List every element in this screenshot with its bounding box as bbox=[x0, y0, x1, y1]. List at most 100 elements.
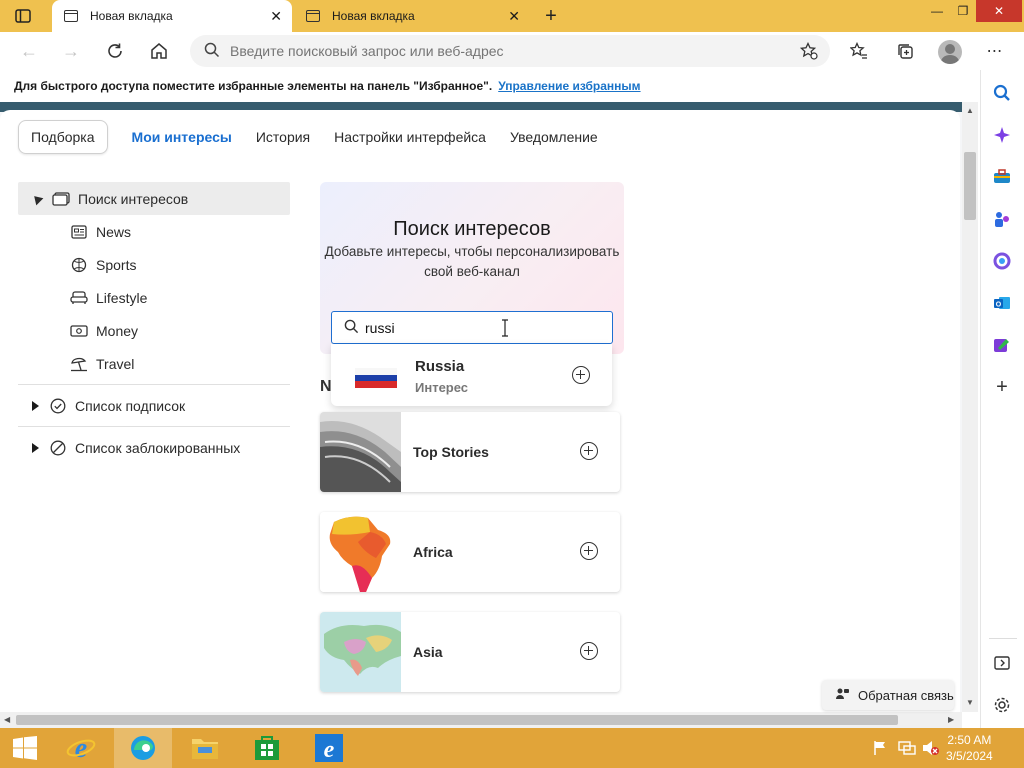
svg-text:O: O bbox=[996, 302, 1002, 309]
more-icon[interactable]: ⋯ bbox=[980, 37, 1010, 65]
tree-item-news[interactable]: News bbox=[18, 215, 290, 248]
tab-history[interactable]: История bbox=[256, 120, 310, 154]
tree-discover-interests[interactable]: Поиск интересов bbox=[18, 182, 290, 215]
tab-new-1[interactable]: Новая вкладка ✕ bbox=[52, 0, 292, 32]
outlook-icon[interactable]: O bbox=[991, 292, 1013, 314]
settings-gear-icon[interactable] bbox=[991, 694, 1013, 716]
close-window-button[interactable]: ✕ bbox=[976, 0, 1022, 22]
volume-muted-icon[interactable] bbox=[922, 740, 940, 759]
scroll-thumb[interactable] bbox=[964, 152, 976, 220]
suggestion-subtitle: Интерес bbox=[415, 380, 469, 395]
add-interest-icon[interactable] bbox=[580, 442, 598, 460]
new-tab-button[interactable]: + bbox=[536, 4, 566, 28]
add-interest-icon[interactable] bbox=[580, 542, 598, 560]
interest-card[interactable]: Top Stories bbox=[320, 412, 620, 492]
file-explorer-icon[interactable] bbox=[176, 728, 234, 768]
store-icon[interactable] bbox=[238, 728, 296, 768]
toolbar: ← → ⋯ bbox=[0, 32, 1024, 70]
interest-card[interactable]: Africa bbox=[320, 512, 620, 592]
start-button[interactable] bbox=[0, 728, 50, 768]
manage-favorites-link[interactable]: Управление избранным bbox=[498, 79, 640, 93]
collections-icon[interactable] bbox=[890, 37, 920, 65]
discover-icon bbox=[52, 190, 70, 208]
refresh-button[interactable] bbox=[100, 37, 130, 65]
tree-followed-list[interactable]: Список подписок bbox=[18, 389, 290, 422]
favorites-icon[interactable] bbox=[844, 37, 874, 65]
search-icon[interactable] bbox=[991, 82, 1013, 104]
add-icon[interactable]: + bbox=[991, 376, 1013, 398]
add-interest-icon[interactable] bbox=[580, 642, 598, 660]
tab-notifications[interactable]: Уведомление bbox=[510, 120, 598, 154]
money-icon bbox=[70, 322, 88, 340]
newspapers-image bbox=[320, 412, 401, 492]
discover-title: Поиск интересов bbox=[393, 218, 551, 240]
add-interest-icon[interactable] bbox=[572, 366, 590, 384]
split-screen-icon[interactable] bbox=[991, 652, 1013, 674]
address-bar[interactable] bbox=[190, 35, 830, 67]
expand-icon[interactable] bbox=[32, 442, 39, 453]
flag-icon[interactable] bbox=[872, 740, 888, 759]
asia-map-image bbox=[320, 612, 401, 692]
feedback-button[interactable]: Обратная связь bbox=[822, 680, 954, 710]
tab-label: Новая вкладка bbox=[90, 9, 173, 23]
tree-label: Sports bbox=[96, 256, 137, 273]
vertical-scrollbar[interactable]: ▲ ▼ bbox=[962, 102, 978, 712]
page-icon bbox=[64, 10, 78, 22]
tab-experience-settings[interactable]: Настройки интерфейса bbox=[334, 120, 486, 154]
profile-avatar[interactable] bbox=[938, 40, 962, 64]
tree-blocked-list[interactable]: Список заблокированных bbox=[18, 431, 290, 464]
close-icon[interactable]: ✕ bbox=[270, 8, 282, 25]
expand-icon[interactable] bbox=[32, 400, 39, 411]
tab-discover[interactable]: Подборка bbox=[18, 120, 108, 154]
internet-explorer-icon[interactable]: e bbox=[52, 728, 110, 768]
scroll-thumb[interactable] bbox=[16, 715, 898, 725]
scroll-up-icon[interactable]: ▲ bbox=[966, 106, 974, 115]
home-button[interactable] bbox=[144, 37, 174, 65]
tools-icon[interactable] bbox=[991, 166, 1013, 188]
africa-map-image bbox=[320, 512, 401, 592]
forward-button[interactable]: → bbox=[56, 37, 86, 65]
suggestion-russia[interactable]: Russia Интерес bbox=[331, 344, 612, 406]
feedback-label: Обратная связь bbox=[858, 687, 954, 703]
beach-umbrella-icon bbox=[70, 355, 88, 373]
edge-icon[interactable] bbox=[114, 728, 172, 768]
network-icon[interactable] bbox=[898, 740, 916, 759]
microsoft365-icon[interactable] bbox=[991, 250, 1013, 272]
address-input[interactable] bbox=[230, 43, 770, 59]
internet-explorer-app-icon[interactable]: e bbox=[300, 728, 358, 768]
suggestion-title: Russia bbox=[415, 358, 465, 375]
interest-search-input[interactable] bbox=[365, 319, 565, 336]
horizontal-scrollbar[interactable]: ◀ ▶ bbox=[0, 712, 962, 728]
interests-tree: Поиск интересов News Sports Lifestyle Mo… bbox=[18, 182, 290, 464]
text-cursor-icon bbox=[501, 319, 509, 337]
scroll-down-icon[interactable]: ▼ bbox=[966, 698, 974, 707]
maximize-button[interactable]: ❐ bbox=[948, 0, 978, 22]
interest-card[interactable]: Asia bbox=[320, 612, 620, 692]
tab-new-2[interactable]: Новая вкладка ✕ bbox=[294, 0, 530, 32]
tree-label: Список заблокированных bbox=[75, 439, 241, 456]
tree-item-lifestyle[interactable]: Lifestyle bbox=[18, 281, 290, 314]
designer-icon[interactable] bbox=[991, 334, 1013, 356]
games-icon[interactable] bbox=[991, 208, 1013, 230]
sofa-icon bbox=[70, 289, 88, 307]
interest-search-field[interactable] bbox=[331, 311, 613, 344]
tree-label: News bbox=[96, 223, 132, 240]
tree-item-travel[interactable]: Travel bbox=[18, 347, 290, 380]
tab-actions-icon[interactable] bbox=[8, 4, 38, 28]
collapse-icon[interactable] bbox=[30, 192, 44, 205]
back-button[interactable]: ← bbox=[14, 37, 44, 65]
tree-label: Money bbox=[96, 322, 139, 339]
add-favorite-icon[interactable] bbox=[794, 37, 824, 65]
scroll-left-icon[interactable]: ◀ bbox=[4, 715, 10, 724]
interest-label: Top Stories bbox=[413, 444, 489, 460]
russia-flag-icon bbox=[355, 368, 397, 388]
tree-item-money[interactable]: Money bbox=[18, 314, 290, 347]
close-icon[interactable]: ✕ bbox=[508, 8, 520, 25]
tree-label: Lifestyle bbox=[96, 289, 148, 306]
copilot-sparkle-icon[interactable] bbox=[991, 124, 1013, 146]
scroll-right-icon[interactable]: ▶ bbox=[948, 715, 954, 724]
svg-text:e: e bbox=[75, 733, 87, 763]
tree-item-sports[interactable]: Sports bbox=[18, 248, 290, 281]
tab-my-interests[interactable]: Мои интересы bbox=[132, 120, 232, 154]
system-clock[interactable]: 2:50 AM 3/5/2024 bbox=[946, 732, 993, 764]
